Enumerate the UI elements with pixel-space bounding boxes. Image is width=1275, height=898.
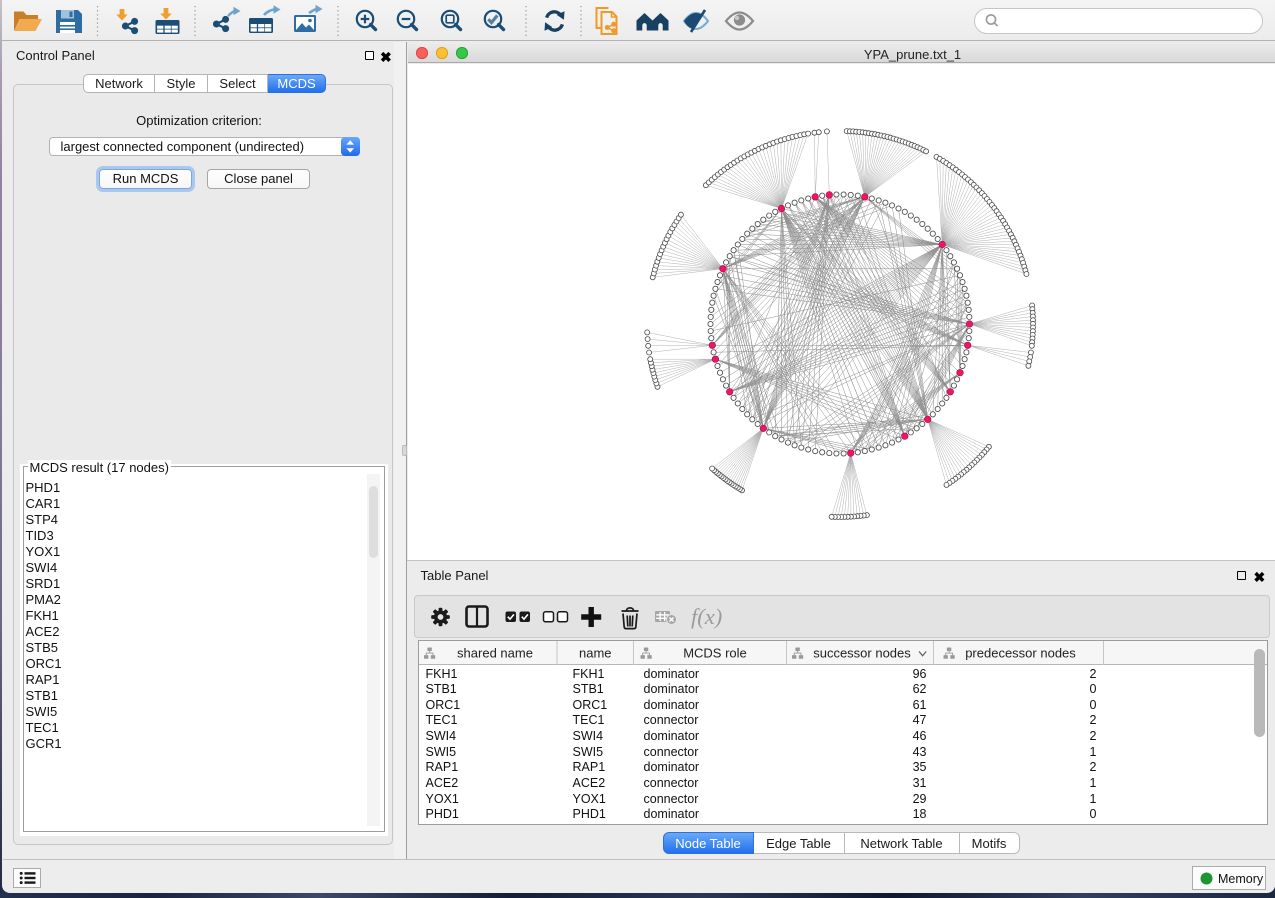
svg-text:predecessor nodes: predecessor nodes — [965, 646, 1076, 661]
svg-text:successor nodes: successor nodes — [813, 646, 911, 661]
svg-text:f(x): f(x) — [691, 604, 722, 629]
svg-text:shared name: shared name — [457, 646, 533, 661]
svg-text:Memory: Memory — [1218, 872, 1264, 886]
svg-text:MCDS role: MCDS role — [683, 646, 747, 661]
svg-text:name: name — [579, 646, 612, 661]
